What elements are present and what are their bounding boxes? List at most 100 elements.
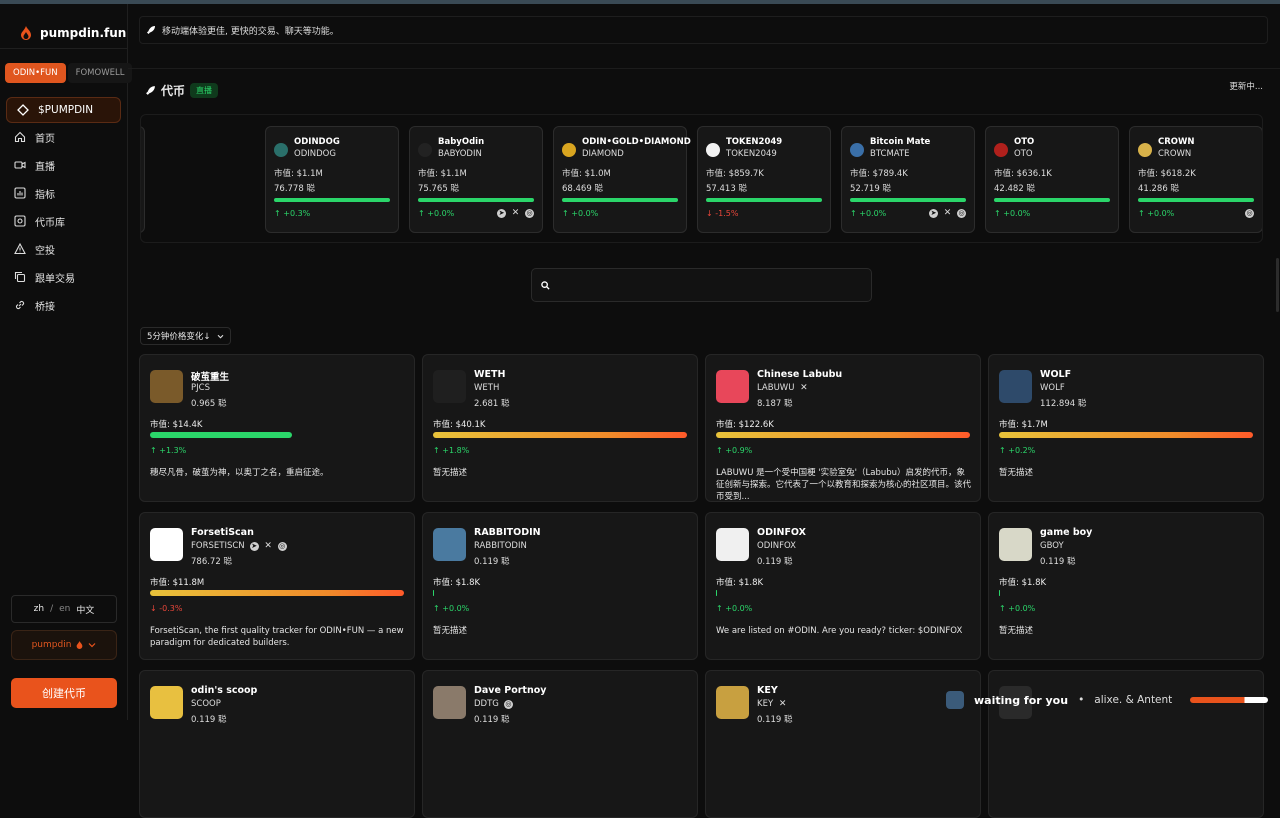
x-icon[interactable]: ✕: [943, 209, 952, 218]
token-name: ODINDOG: [294, 137, 340, 147]
sidebar-item-copy-trade[interactable]: 跟单交易: [0, 263, 127, 291]
coin-progress-bar: [433, 590, 435, 596]
ticker-card[interactable]: ODIN•GOLD•DIAMOND DIAMOND 市值: $1.0M 68.469 …: [553, 126, 691, 233]
coin-progress-bar: [716, 590, 718, 596]
sidebar-item-metrics[interactable]: 指标: [0, 179, 127, 207]
sidebar-item-airdrop[interactable]: 空投: [0, 235, 127, 263]
x-icon[interactable]: ✕: [264, 541, 273, 551]
coin-card[interactable]: WETH WETH 2.681 聪市值: $40.1K ↑ +1.8% 暂无描述: [422, 354, 698, 502]
x-icon[interactable]: ✕: [778, 699, 787, 709]
sort-dropdown[interactable]: 5分钟价格变化↓: [140, 327, 231, 345]
coin-price-change: ↑ +0.0%: [433, 604, 470, 613]
sidebar-item-live[interactable]: 直播: [0, 151, 127, 179]
coin-avatar: [433, 686, 466, 719]
lang-zh[interactable]: zh: [34, 604, 44, 614]
coin-holders: 0.119 聪: [757, 557, 793, 567]
brand[interactable]: pumpdin.fun: [0, 4, 127, 48]
create-token-button[interactable]: 创建代币: [11, 678, 117, 708]
coin-holders: 112.894 聪: [1040, 399, 1087, 409]
ticker-card[interactable]: BabyOdin BABYODIN 市值: $1.1M 75.765 聪 ↑ +0.0%…: [409, 126, 543, 233]
lang-en[interactable]: en: [59, 604, 70, 614]
tab-odin-fun[interactable]: ODIN•FUN: [5, 63, 66, 83]
progress-bar: [418, 198, 534, 202]
coin-card[interactable]: ForsetiScan FORSETISCN ➤ ✕ ◎ 786.72 聪市值: $11.…: [139, 512, 415, 660]
globe-icon[interactable]: ◎: [525, 209, 534, 218]
ticker-card[interactable]: CROWN CROWN 市值: $618.2K 41.286 聪 ↑ +0.0% ◎: [1129, 126, 1262, 233]
ticker-carousel[interactable]: cai shén（财神）CAISHEN: $1.2M96 聪0.1% ODINDO…: [140, 114, 1263, 243]
sidebar-item-pumpdin[interactable]: $PUMPDIN: [6, 97, 121, 123]
coin-avatar: [150, 370, 183, 403]
globe-icon[interactable]: ◎: [277, 541, 287, 551]
mobile-banner[interactable]: 移动端体验更佳, 更快的交易、聊天等功能。: [139, 16, 1268, 44]
airdrop-icon: [14, 243, 26, 255]
ticker-card[interactable]: cai shén（财神）CAISHEN: $1.2M96 聪0.1%: [141, 126, 145, 233]
coin-avatar: [150, 528, 183, 561]
sidebar-item-bridge[interactable]: 桥接: [0, 291, 127, 319]
sort-label: 5分钟价格变化↓: [147, 332, 211, 342]
coin-price-change: ↓ -0.3%: [150, 604, 183, 613]
coin-progress-track: [999, 590, 1253, 596]
coin-card[interactable]: WOLF WOLF 112.894 聪市值: $1.7M ↑ +0.2% 暂无描述: [988, 354, 1264, 502]
music-player[interactable]: waiting for you • alixe. & Antent: [940, 685, 1280, 715]
scrollbar[interactable]: [1276, 258, 1279, 312]
coin-description: 暂无描述: [999, 468, 1034, 478]
coin-ticker-row: KEY ✕: [757, 699, 787, 709]
coin-holders: 8.187 聪: [757, 399, 793, 409]
search-bar[interactable]: [531, 268, 872, 302]
coin-ticker-row: LABUWU ✕: [757, 383, 808, 393]
coin-progress-bar: [433, 432, 687, 438]
language-switcher[interactable]: zh / en 中文: [11, 595, 117, 623]
user-menu[interactable]: pumpdin: [11, 630, 117, 660]
tab-fomowell[interactable]: FOMOWELL: [67, 63, 133, 83]
coin-progress-track: [150, 432, 404, 438]
sidebar-item-label: 首页: [35, 133, 55, 145]
price-change: ↑ +0.0%: [418, 209, 455, 218]
telegram-icon[interactable]: ➤: [929, 209, 938, 218]
coin-card[interactable]: ODINFOX ODINFOX 0.119 聪市值: $1.8K ↑ +0.0% We …: [705, 512, 981, 660]
sidebar-divider: [0, 48, 127, 49]
ticker-card[interactable]: ODINDOG ODINDOG 市值: $1.1M 76.778 聪 ↑ +0.3%: [265, 126, 399, 233]
coin-card[interactable]: game boy GBOY 0.119 聪市值: $1.8K ↑ +0.0% 暂无描述: [988, 512, 1264, 660]
globe-icon[interactable]: ◎: [957, 209, 966, 218]
price-change: ↑ +0.0%: [562, 209, 599, 218]
social-links: ◎: [1245, 209, 1254, 218]
coin-ticker-row: GBOY: [1040, 541, 1064, 551]
coin-card[interactable]: odin's scoop SCOOP 0.119 聪: [139, 670, 415, 818]
coin-ticker-row: WETH: [474, 383, 499, 393]
sidebar-item-label: 指标: [35, 189, 55, 201]
coin-progress-track: [150, 590, 404, 596]
coin-description: 穗尽凡骨，破茧为神，以奥丁之名，重启征途。: [150, 468, 329, 478]
x-icon[interactable]: ✕: [799, 383, 808, 393]
coin-card[interactable]: 破茧重生 PJCS 0.965 聪市值: $14.4K ↑ +1.3% 穗尽凡骨，破茧为…: [139, 354, 415, 502]
ticker-card-head: OTO OTO: [994, 137, 1034, 159]
sidebar-item-vault[interactable]: 代币库: [0, 207, 127, 235]
track-dot: •: [1078, 694, 1085, 706]
coin-name: 破茧重生: [191, 372, 230, 383]
token-name: Bitcoin Mate: [870, 137, 931, 147]
coin-ticker-row: ODINFOX: [757, 541, 796, 551]
coin-ticker-row: WOLF: [1040, 383, 1065, 393]
telegram-icon[interactable]: ➤: [249, 541, 259, 551]
coin-market-cap: 市值: $122.6K: [716, 420, 774, 430]
ticker-card-head: CROWN CROWN: [1138, 137, 1195, 159]
telegram-icon[interactable]: ➤: [497, 209, 506, 218]
sidebar-item-home[interactable]: 首页: [0, 123, 127, 151]
ticker-card[interactable]: OTO OTO 市值: $636.1K 42.482 聪 ↑ +0.0%: [985, 126, 1119, 233]
ticker-card[interactable]: TOKEN2049 TOKEN2049 市值: $859.7K 57.413 聪 ↓ -…: [697, 126, 831, 233]
ticker-card[interactable]: Bitcoin Mate BTCMATE 市值: $789.4K 52.719 聪 ↑ …: [841, 126, 975, 233]
token-ticker: ODINDOG: [294, 149, 336, 159]
coin-avatar: [716, 686, 749, 719]
x-icon[interactable]: ✕: [511, 209, 520, 218]
coin-card[interactable]: Dave Portnoy DDTG ◎ 0.119 聪: [422, 670, 698, 818]
token-avatar: [562, 143, 576, 157]
globe-icon[interactable]: ◎: [503, 699, 513, 709]
flame-logo-icon: [21, 26, 31, 40]
track-progress[interactable]: [1190, 697, 1269, 703]
globe-icon[interactable]: ◎: [1245, 209, 1254, 218]
coin-card[interactable]: RABBITODIN RABBITODIN 0.119 聪市值: $1.8K ↑ +0…: [422, 512, 698, 660]
token-name: TOKEN2049: [726, 137, 783, 147]
coin-holders: 786.72 聪: [191, 557, 232, 567]
coin-avatar: [999, 528, 1032, 561]
coin-name: Dave Portnoy: [474, 685, 547, 696]
coin-card[interactable]: Chinese Labubu LABUWU ✕ 8.187 聪市值: $122.6K ↑…: [705, 354, 981, 502]
